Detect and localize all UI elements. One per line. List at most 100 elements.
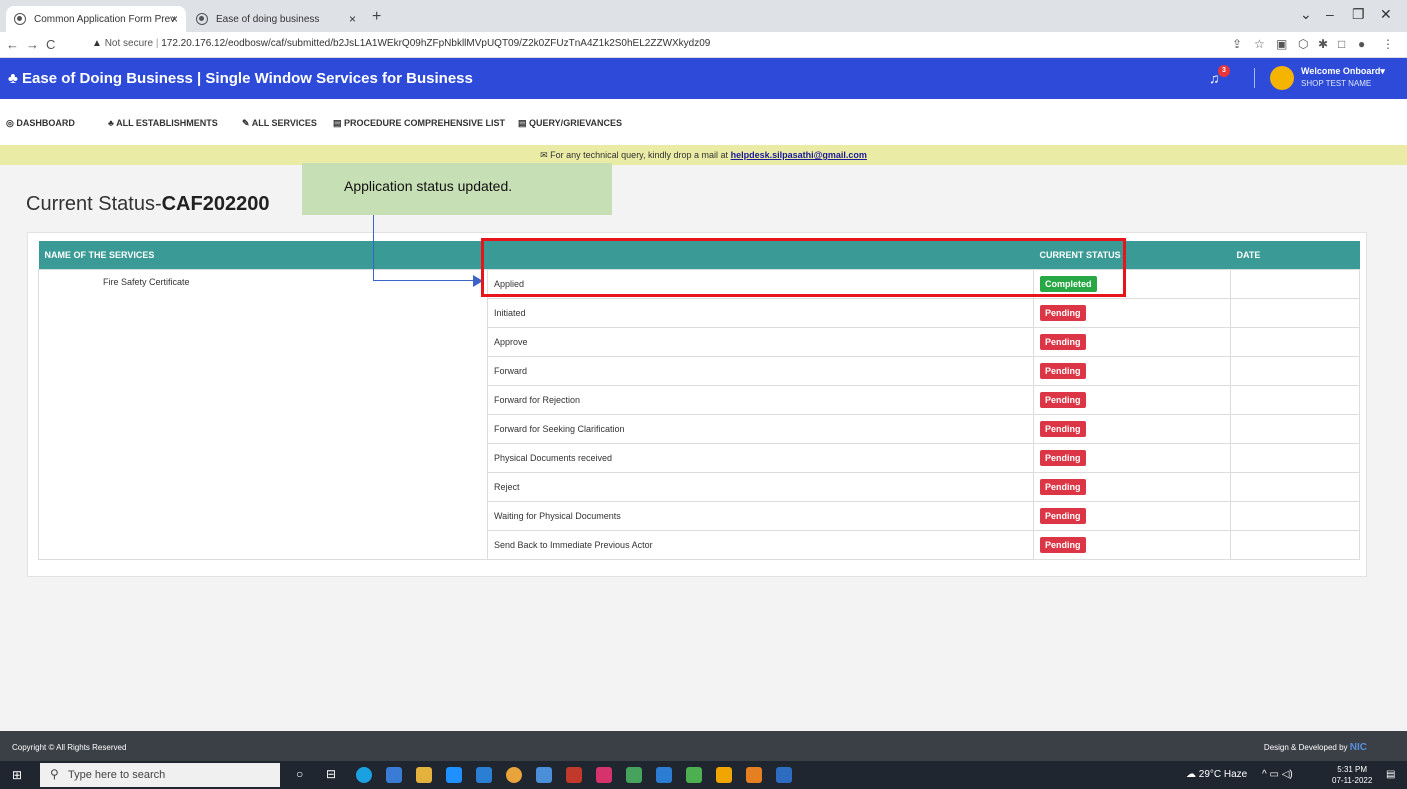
header-date: DATE [1230,241,1360,269]
status-cell: Pending [1033,442,1231,473]
search-icon: ⚲ [50,767,59,781]
status-cell: Pending [1033,297,1231,328]
annotation-arrow-line [373,280,473,281]
tab-label: Ease of doing business [216,13,320,25]
date-cell [1230,471,1360,502]
app-icon[interactable] [686,767,702,783]
share-icon[interactable]: ⇪ [1232,37,1242,51]
puzzle-icon[interactable]: ✱ [1318,37,1328,51]
weather-widget[interactable]: ☁ 29°C Haze [1186,769,1247,780]
status-cell: Pending [1033,355,1231,386]
clock[interactable]: 5:31 PM 07-11-2022 [1332,764,1372,786]
sitemap-icon: ♣ [8,70,23,87]
menu-query-grievances[interactable]: ▤ QUERY/GRIEVANCES [518,118,622,129]
status-cell: Pending [1033,500,1231,531]
date-cell [1230,268,1360,299]
highlight-box [481,238,1126,297]
app-icon[interactable] [746,767,762,783]
mail-icon: ✉ [540,150,551,160]
forward-icon[interactable]: → [26,37,39,52]
step-cell: Initiated [487,297,1034,328]
shop-name: SHOP TEST NAME [1301,79,1372,88]
address-bar: ← → C ▲ Not secure | 172.20.176.12/eodbo… [0,32,1407,58]
chrome-icon[interactable] [506,767,522,783]
tab-common-application-form[interactable]: Common Application Form Prev × [6,6,186,32]
system-tray-icons[interactable]: ^ ▭ ◁) [1262,769,1293,780]
app-icon[interactable] [536,767,552,783]
app-title: ♣ Ease of Doing Business | Single Window… [8,70,473,87]
date-cell [1230,326,1360,357]
date-cell [1230,442,1360,473]
weather-icon: ☁ [1186,769,1199,780]
notification-badge: 3 [1218,65,1230,77]
notification-center-icon[interactable]: ▤ [1386,769,1395,780]
cortana-icon[interactable]: ○ [296,767,312,783]
edge-icon[interactable] [356,767,372,783]
url-field[interactable]: ▲ Not secure | 172.20.176.12/eodbosw/caf… [92,38,710,49]
bookmark-star-icon[interactable]: ☆ [1254,37,1265,51]
app-icon[interactable] [776,767,792,783]
profile-icon[interactable]: ● [1358,37,1365,51]
globe-icon [196,13,208,25]
date-cell [1230,413,1360,444]
restore-icon[interactable]: ❐ [1352,6,1365,23]
copyright-text: Copyright © All Rights Reserved [12,743,127,752]
close-tab-icon[interactable]: × [349,12,356,26]
tab-ease-of-doing-business[interactable]: Ease of doing business × [188,6,364,32]
menu-dashboard[interactable]: ◎ DASHBOARD [6,118,75,129]
main-menu: ◎ DASHBOARD ♣ ALL ESTABLISHMENTS ✎ ALL S… [0,99,1407,145]
ie-icon[interactable] [446,767,462,783]
tab-search-icon[interactable]: ⌄ [1300,6,1312,23]
new-tab-button[interactable]: + [372,8,381,26]
task-view-icon[interactable]: ⊟ [326,767,342,783]
file-explorer-icon[interactable] [476,767,492,783]
avatar[interactable] [1270,66,1294,90]
reload-icon[interactable]: C [46,37,55,52]
extension-icon[interactable]: ▣ [1276,37,1287,51]
welcome-menu[interactable]: Welcome Onboard▾ [1301,66,1385,77]
step-cell: Forward for Rejection [487,384,1034,415]
service-name-cell: Fire Safety Certificate [38,268,488,560]
footer: Copyright © All Rights Reserved Design &… [0,731,1407,761]
store-icon[interactable] [416,767,432,783]
date-cell [1230,500,1360,531]
app-icon[interactable] [716,767,732,783]
sidebar-icon[interactable]: □ [1338,37,1345,51]
app-icon[interactable] [596,767,612,783]
windows-start-icon[interactable]: ⊞ [12,769,24,781]
taskbar-search[interactable]: ⚲ Type here to search [40,763,280,787]
close-window-icon[interactable]: ✕ [1380,6,1392,23]
caf-id: CAF202200 [161,193,270,215]
menu-procedure-list[interactable]: ▤ PROCEDURE COMPREHENSIVE LIST [333,118,505,129]
clock-time: 5:31 PM [1337,765,1368,774]
status-badge: Pending [1040,420,1086,437]
back-icon[interactable]: ← [6,37,19,52]
date-cell [1230,384,1360,415]
menu-all-establishments[interactable]: ♣ ALL ESTABLISHMENTS [108,118,218,128]
annotation-callout: Application status updated. [302,163,612,215]
globe-icon [14,13,26,25]
status-badge: Pending [1040,478,1086,495]
step-cell: Forward for Seeking Clarification [487,413,1034,444]
status-cell: Pending [1033,529,1231,560]
date-cell [1230,355,1360,386]
filezilla-icon[interactable] [566,767,582,783]
vscode-icon[interactable] [656,767,672,783]
close-tab-icon[interactable]: × [171,12,178,26]
date-cell [1230,529,1360,560]
dreamweaver-icon[interactable] [626,767,642,783]
step-cell: Approve [487,326,1034,357]
step-cell: Send Back to Immediate Previous Actor [487,529,1034,560]
status-cell: Pending [1033,413,1231,444]
extension-icon[interactable]: ⬡ [1298,37,1308,51]
menu-all-services[interactable]: ✎ ALL SERVICES [242,118,317,129]
minimize-icon[interactable]: – [1326,6,1334,22]
windows-taskbar: ⊞ ⚲ Type here to search ○ ⊟ ☁ 29°C Haze … [0,761,1407,789]
header-service-name: NAME OF THE SERVICES [38,241,488,269]
mail-app-icon[interactable] [386,767,402,783]
status-badge: Pending [1040,391,1086,408]
menu-dots-icon[interactable]: ⋮ [1382,37,1394,51]
status-cell: Pending [1033,471,1231,502]
helpdesk-email-link[interactable]: helpdesk.silpasathi@gmail.com [731,150,867,160]
step-cell: Waiting for Physical Documents [487,500,1034,531]
